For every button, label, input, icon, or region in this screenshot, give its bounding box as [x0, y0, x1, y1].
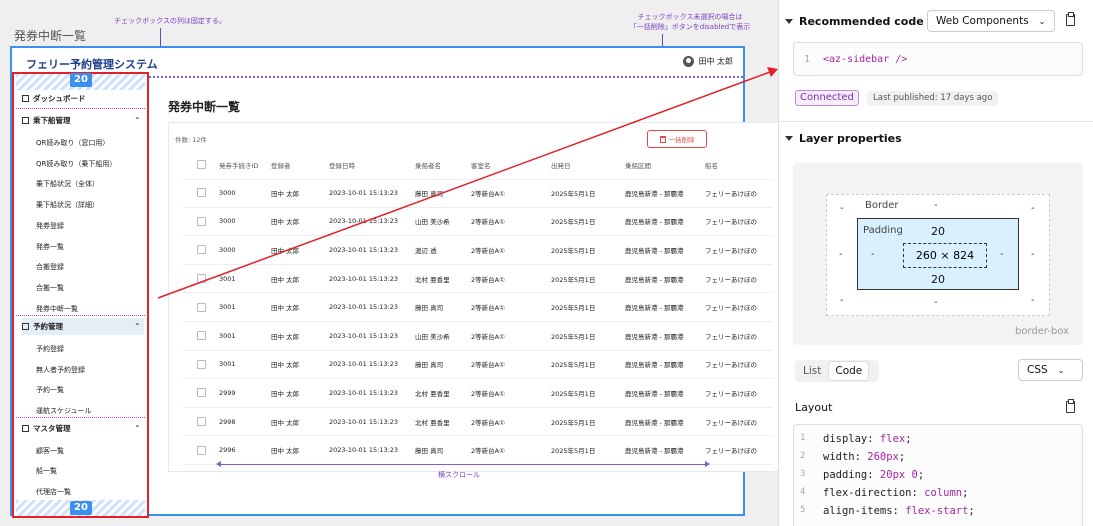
tab-list[interactable]: List	[797, 362, 827, 380]
margin-bottom-left: -	[840, 295, 844, 306]
css-declaration: flex-direction: column;	[823, 487, 968, 499]
layout-label: Layout	[795, 401, 833, 414]
padding-top-value: 20	[931, 225, 945, 238]
collapse-icon	[785, 19, 793, 24]
padding-bottom-value: 20	[931, 273, 945, 286]
language-value: CSS	[1027, 364, 1048, 376]
css-value: column	[924, 487, 963, 499]
chevron-down-icon: ⌄	[1057, 365, 1065, 375]
line-number: 1	[804, 54, 811, 65]
framework-value: Web Components	[936, 15, 1029, 27]
design-canvas[interactable]: 発券中断一覧 チェックボックスの列は固定する。 チェックボックス未選択の場合は …	[0, 0, 778, 526]
padding-left-value: -	[871, 249, 875, 260]
css-value: flex-start	[905, 505, 969, 517]
box-sizing-label: border-box	[1015, 326, 1070, 337]
code-text: <az-sidebar />	[823, 54, 908, 65]
border-right-value: -	[1031, 249, 1035, 260]
section-title: Recommended code	[799, 15, 924, 28]
border-bottom-value: -	[934, 297, 938, 308]
border-left-value: -	[839, 249, 843, 260]
css-semicolon: ;	[968, 505, 975, 517]
css-property: width	[823, 451, 855, 463]
border-label: Border	[865, 200, 899, 211]
css-property: padding	[823, 469, 868, 481]
css-colon: :	[892, 505, 906, 517]
css-value: 260px	[867, 451, 899, 463]
copy-icon[interactable]	[1066, 12, 1075, 26]
divider	[779, 121, 1093, 122]
chevron-down-icon: ⌄	[1038, 16, 1046, 26]
line-number: 4	[800, 487, 806, 497]
css-value: flex	[879, 433, 906, 445]
framework-select[interactable]: Web Components ⌄	[927, 10, 1055, 32]
padding-right-value: -	[1000, 249, 1004, 260]
section-title: Layer properties	[799, 132, 902, 145]
margin-top-left: -	[840, 203, 844, 214]
design-tool-window: 発券中断一覧 チェックボックスの列は固定する。 チェックボックス未選択の場合は …	[0, 0, 1093, 526]
css-colon: :	[911, 487, 925, 499]
copy-icon[interactable]	[1066, 399, 1075, 413]
css-semicolon: ;	[905, 433, 912, 445]
padding-label: Padding	[863, 225, 903, 236]
border-top-value: -	[934, 200, 938, 211]
css-semicolon: ;	[962, 487, 969, 499]
css-colon: :	[867, 433, 880, 445]
margin-top-right: -	[1031, 203, 1035, 214]
line-number: 2	[800, 451, 806, 461]
css-code-block[interactable]: 1 display: flex; 2 width: 260px; 3 padding: 2…	[793, 424, 1083, 526]
css-property: align-items	[823, 505, 893, 517]
recommended-code-header[interactable]: Recommended code	[785, 15, 924, 28]
box-model-diagram: Border Padding 20 260 × 824 20 - - - - -…	[793, 163, 1083, 345]
css-declaration: padding: 20px 0;	[823, 469, 924, 481]
code-snippet[interactable]: 1 <az-sidebar />	[793, 42, 1083, 76]
css-semicolon: ;	[917, 469, 925, 481]
line-number: 3	[800, 469, 806, 479]
line-number: 1	[800, 433, 806, 443]
margin-bottom-right: -	[1031, 295, 1035, 306]
css-property: flex-direction	[823, 487, 912, 499]
published-info: Last published: 17 days ago	[867, 91, 999, 106]
css-colon: :	[854, 451, 868, 463]
css-declaration: display: flex;	[823, 433, 912, 445]
status-badge: Connected	[795, 90, 859, 106]
css-colon: :	[867, 469, 880, 481]
layer-properties-header[interactable]: Layer properties	[785, 132, 902, 145]
line-number: 5	[800, 505, 806, 515]
language-select[interactable]: CSS ⌄	[1018, 359, 1083, 381]
inspector-panel: Recommended code Web Components ⌄ 1 <az-…	[778, 0, 1093, 526]
css-value: 20px 0	[879, 469, 918, 481]
collapse-icon	[785, 136, 793, 141]
connector-arrow	[157, 67, 778, 299]
tab-code[interactable]: Code	[829, 362, 869, 380]
css-property: display	[823, 433, 868, 445]
css-declaration: width: 260px;	[823, 451, 905, 463]
content-size: 260 × 824	[903, 243, 987, 268]
css-semicolon: ;	[898, 451, 906, 463]
view-toggle: List Code	[795, 360, 879, 382]
css-declaration: align-items: flex-start;	[823, 505, 975, 517]
